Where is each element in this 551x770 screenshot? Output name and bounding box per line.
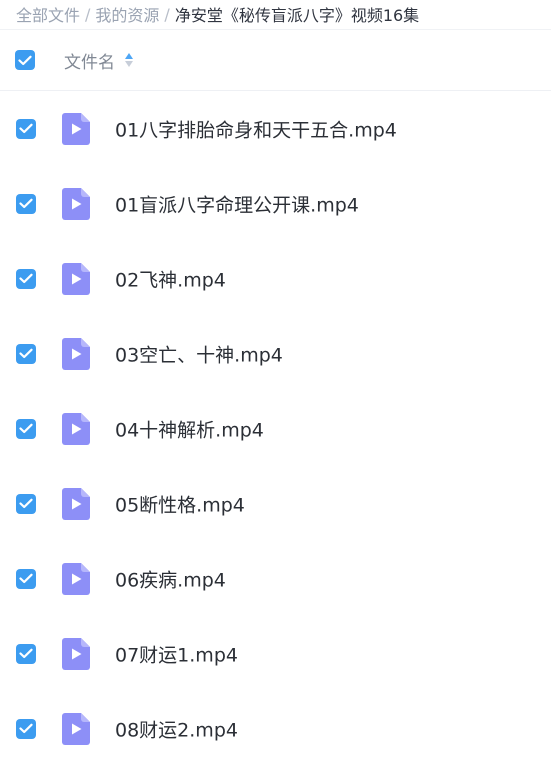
file-checkbox[interactable] xyxy=(16,568,36,589)
file-name[interactable]: 06疾病.mp4 xyxy=(115,565,226,592)
video-file-icon[interactable] xyxy=(62,562,90,595)
file-checkbox[interactable] xyxy=(16,718,36,739)
file-name[interactable]: 01八字排胎命身和天干五合.mp4 xyxy=(115,115,397,142)
file-checkbox[interactable] xyxy=(16,118,36,139)
sort-icon[interactable] xyxy=(125,53,133,67)
check-icon xyxy=(19,423,33,434)
check-icon xyxy=(19,648,33,659)
check-icon xyxy=(19,498,33,509)
filename-column-header[interactable]: 文件名 xyxy=(64,48,115,73)
file-checkbox[interactable] xyxy=(16,343,36,364)
file-name[interactable]: 08财运2.mp4 xyxy=(115,715,238,742)
video-file-icon[interactable] xyxy=(62,637,90,670)
file-checkbox[interactable] xyxy=(16,493,36,514)
file-name[interactable]: 04十神解析.mp4 xyxy=(115,415,264,442)
video-file-icon[interactable] xyxy=(62,337,90,370)
file-name[interactable]: 01盲派八字命理公开课.mp4 xyxy=(115,190,359,217)
check-icon xyxy=(19,573,33,584)
video-file-icon[interactable] xyxy=(62,112,90,145)
check-icon xyxy=(18,55,32,65)
check-icon xyxy=(19,723,33,734)
file-row[interactable]: 02飞神.mp4 xyxy=(0,241,551,316)
file-row[interactable]: 06疾病.mp4 xyxy=(0,541,551,616)
file-checkbox[interactable] xyxy=(16,418,36,439)
file-name[interactable]: 05断性格.mp4 xyxy=(115,490,245,517)
file-row[interactable]: 01八字排胎命身和天干五合.mp4 xyxy=(0,91,551,166)
file-row[interactable]: 07财运1.mp4 xyxy=(0,616,551,691)
sort-descending-icon xyxy=(125,61,133,67)
select-all-checkbox[interactable] xyxy=(15,50,35,70)
file-name[interactable]: 03空亡、十神.mp4 xyxy=(115,340,283,367)
check-icon xyxy=(19,348,33,359)
file-row[interactable]: 04十神解析.mp4 xyxy=(0,391,551,466)
check-icon xyxy=(19,273,33,284)
file-list-header: 文件名 xyxy=(0,29,551,91)
breadcrumb-root-link[interactable]: 全部文件 xyxy=(16,2,80,26)
file-row[interactable]: 08财运2.mp4 xyxy=(0,691,551,766)
video-file-icon[interactable] xyxy=(62,487,90,520)
breadcrumb-separator: / xyxy=(164,4,170,24)
check-icon xyxy=(19,123,33,134)
file-row[interactable]: 05断性格.mp4 xyxy=(0,466,551,541)
file-list: 01八字排胎命身和天干五合.mp4 01盲派八字命理公开课.mp4 02飞神.mp4… xyxy=(0,91,551,766)
video-file-icon[interactable] xyxy=(62,712,90,745)
file-checkbox[interactable] xyxy=(16,268,36,289)
file-row[interactable]: 01盲派八字命理公开课.mp4 xyxy=(0,166,551,241)
breadcrumb-current-folder: 净安堂《秘传盲派八字》视频16集 xyxy=(174,6,420,25)
video-file-icon[interactable] xyxy=(62,262,90,295)
file-name[interactable]: 07财运1.mp4 xyxy=(115,640,238,667)
video-file-icon[interactable] xyxy=(62,187,90,220)
sort-ascending-icon xyxy=(125,53,133,59)
check-icon xyxy=(19,198,33,209)
file-row[interactable]: 03空亡、十神.mp4 xyxy=(0,316,551,391)
video-file-icon[interactable] xyxy=(62,412,90,445)
breadcrumb-separator: / xyxy=(85,4,91,24)
file-checkbox[interactable] xyxy=(16,643,36,664)
breadcrumb-parent-link[interactable]: 我的资源 xyxy=(95,2,159,26)
file-checkbox[interactable] xyxy=(16,193,36,214)
file-name[interactable]: 02飞神.mp4 xyxy=(115,265,226,292)
